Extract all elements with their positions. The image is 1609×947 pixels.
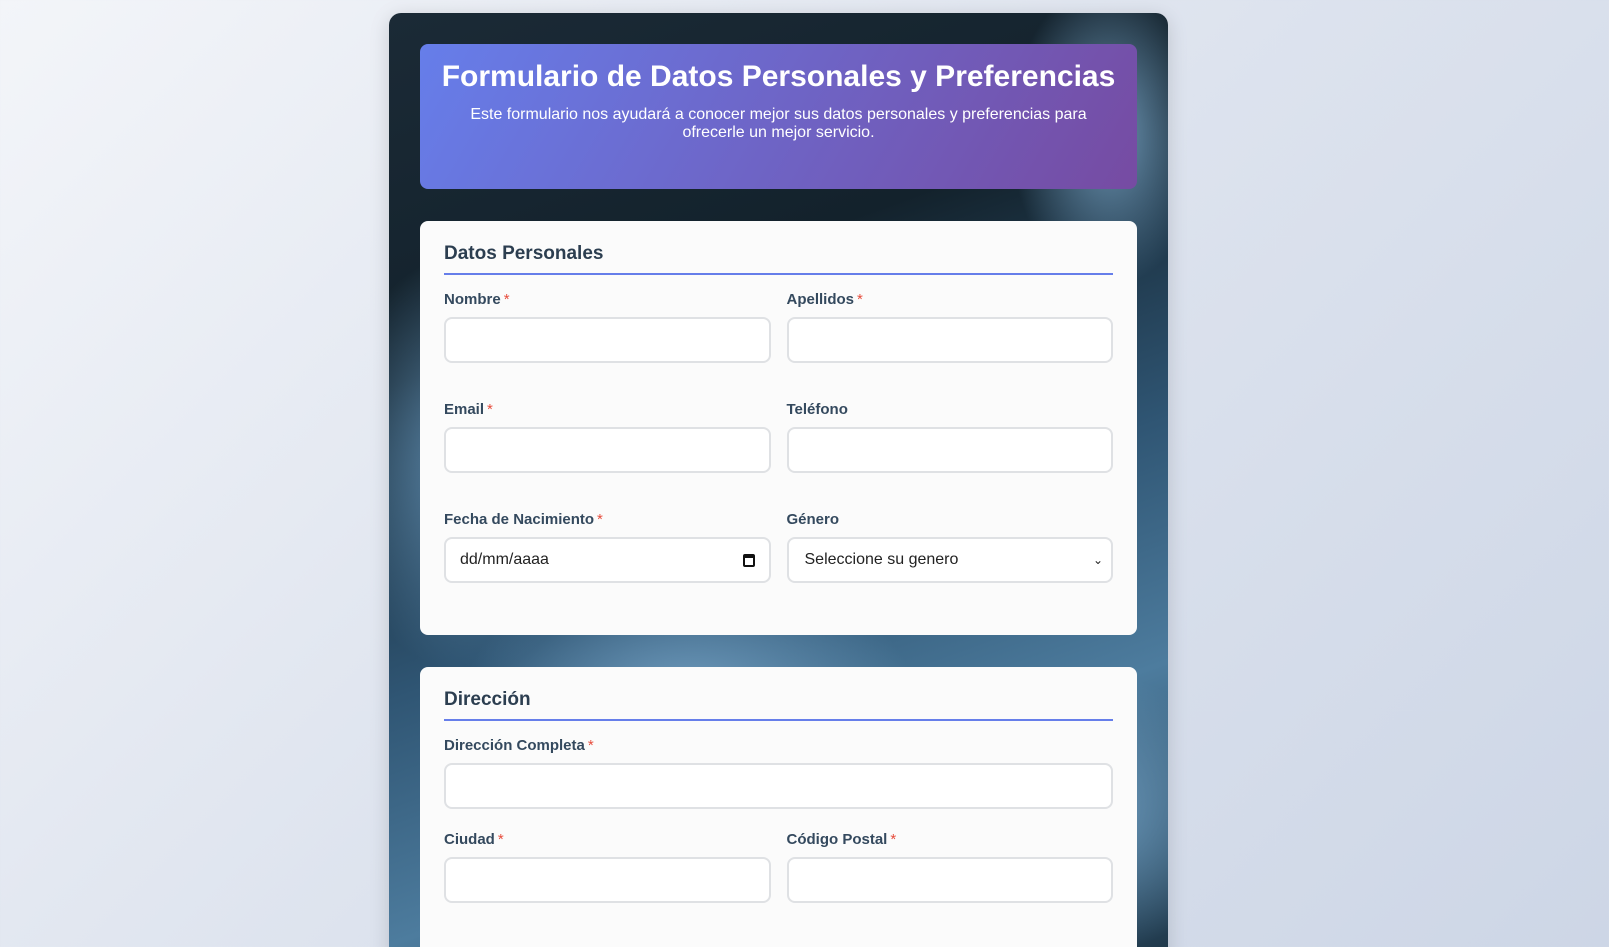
apellidos-input[interactable] — [786, 317, 1113, 363]
fecha-input[interactable]: dd/mm/aaaa — [444, 537, 771, 583]
form-header: Formulario de Datos Personales y Prefere… — [420, 44, 1137, 189]
calendar-icon[interactable] — [742, 553, 755, 567]
telefono-input[interactable] — [786, 427, 1113, 473]
direccion-input[interactable] — [444, 763, 1113, 809]
nombre-input[interactable] — [444, 317, 771, 363]
chevron-down-icon: ⌄ — [1092, 553, 1103, 567]
fecha-label: Fecha de Nacimiento * — [444, 511, 603, 528]
telefono-label: Teléfono — [786, 401, 848, 418]
form-container: Formulario de Datos Personales y Prefere… — [389, 13, 1168, 947]
ciudad-label: Ciudad * — [444, 831, 504, 848]
personal-data-section: Datos Personales Nombre * Apellidos * Emai… — [420, 221, 1137, 635]
address-section: Dirección Dirección Completa * Ciudad * Có… — [420, 667, 1137, 947]
section-title: Dirección — [444, 689, 1113, 721]
page-title: Formulario de Datos Personales y Prefere… — [441, 60, 1116, 93]
genero-select[interactable]: Seleccione su genero ⌄ — [786, 537, 1113, 583]
page-subtitle: Este formulario nos ayudará a conocer me… — [470, 106, 1087, 141]
postal-label: Código Postal * — [786, 831, 897, 848]
ciudad-input[interactable] — [444, 857, 771, 903]
apellidos-label: Apellidos * — [786, 291, 863, 308]
section-title: Datos Personales — [444, 243, 1113, 275]
genero-label: Género — [786, 511, 840, 528]
nombre-label: Nombre * — [444, 291, 510, 308]
direccion-label: Dirección Completa * — [444, 737, 594, 754]
postal-input[interactable] — [786, 857, 1113, 903]
email-input[interactable] — [444, 427, 771, 473]
email-label: Email * — [444, 401, 493, 418]
